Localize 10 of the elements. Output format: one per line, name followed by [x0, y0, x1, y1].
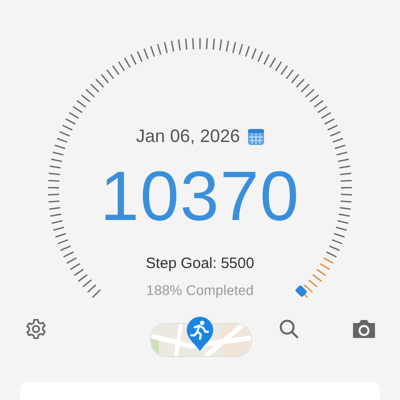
- progress-marker: [294, 284, 308, 298]
- settings-icon[interactable]: [25, 318, 47, 340]
- step-goal-label: Step Goal: 5500: [146, 255, 254, 272]
- date-label: Jan 06, 2026: [136, 126, 240, 147]
- calendar-icon[interactable]: [248, 128, 264, 145]
- runner-pin-icon[interactable]: [185, 315, 215, 352]
- step-count: 10370: [100, 161, 300, 231]
- completion-label: 188% Completed: [146, 282, 254, 298]
- camera-icon[interactable]: [352, 318, 376, 338]
- search-icon[interactable]: [278, 318, 300, 340]
